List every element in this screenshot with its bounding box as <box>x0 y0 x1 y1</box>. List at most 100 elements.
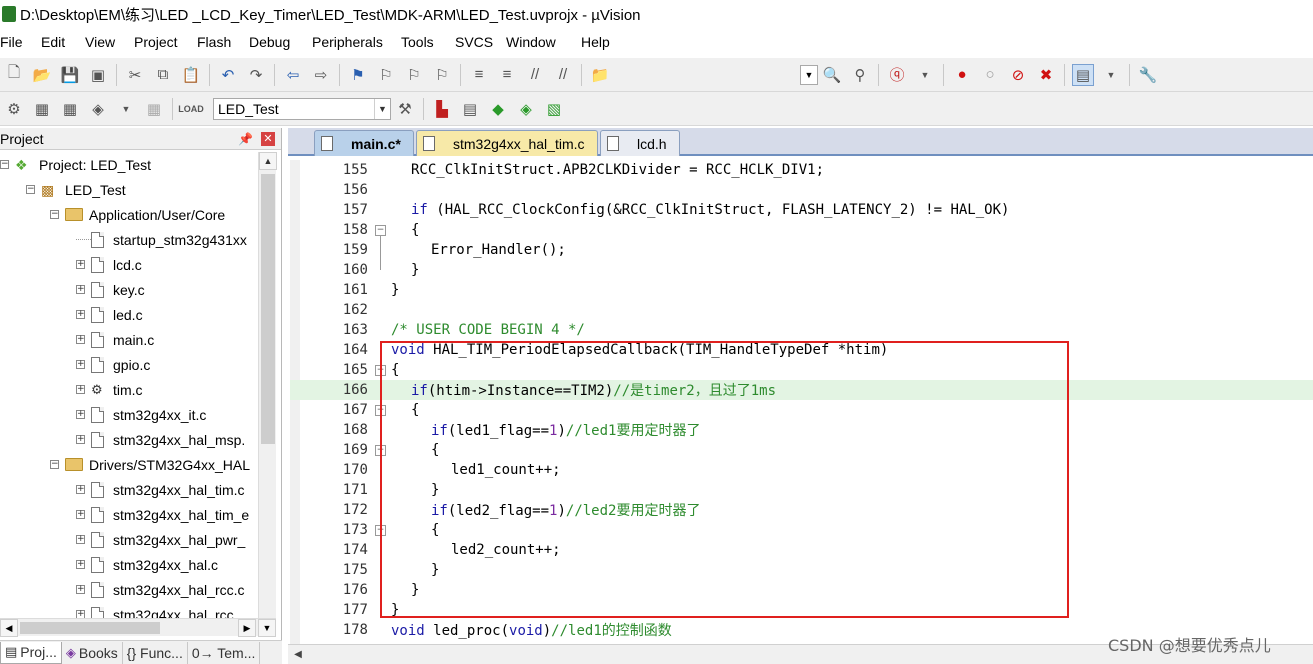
build-icon[interactable]: ▦ <box>31 98 53 120</box>
new-file-icon[interactable]: 🗋 <box>3 64 25 86</box>
menu-flash[interactable]: Flash <box>197 34 240 50</box>
menu-svcs[interactable]: SVCS <box>455 34 502 50</box>
window-layout-icon[interactable]: ▤ <box>1072 63 1094 86</box>
menu-file[interactable]: File <box>0 34 32 50</box>
expand-icon[interactable]: + <box>76 485 85 494</box>
redo-icon[interactable]: ↷ <box>245 64 267 86</box>
menu-window[interactable]: Window <box>506 34 565 50</box>
disable-all-breakpoints-icon[interactable]: ⊘ <box>1007 64 1029 86</box>
target-select[interactable]: LED_Test ▼ <box>213 97 391 120</box>
tree-item[interactable]: − Application/User/Core <box>50 202 225 227</box>
menu-peripherals[interactable]: Peripherals <box>312 34 392 50</box>
menu-view[interactable]: View <box>85 34 124 50</box>
expand-icon[interactable]: + <box>76 285 85 294</box>
tree-vertical-scrollbar[interactable]: ▲ <box>258 152 277 620</box>
expand-icon[interactable]: + <box>76 410 85 419</box>
save-all-icon[interactable]: ▣ <box>87 64 109 86</box>
cut-icon[interactable]: ✂ <box>124 64 146 86</box>
kill-breakpoints-icon[interactable]: ✖ <box>1035 64 1057 86</box>
prev-bookmark-icon[interactable]: ⚐ <box>375 64 397 86</box>
disable-breakpoint-icon[interactable]: ○ <box>979 64 1001 86</box>
expand-icon[interactable]: + <box>76 335 85 344</box>
code-line[interactable]: 155 RCC_ClkInitStruct.APB2CLKDivider = RC… <box>290 160 1313 180</box>
select-packs-icon[interactable]: ◈ <box>515 98 537 120</box>
batch-build-icon[interactable]: ◈ <box>87 98 109 120</box>
expand-icon[interactable]: + <box>76 510 85 519</box>
scroll-left-icon[interactable]: ◀ <box>290 646 306 662</box>
menu-debug[interactable]: Debug <box>249 34 299 50</box>
scroll-down-icon[interactable]: ▼ <box>258 619 276 637</box>
bookmark-icon[interactable]: ⚑ <box>347 64 369 86</box>
paste-icon[interactable]: 📋 <box>180 64 202 86</box>
tree-item[interactable]: + stm32g4xx_hal_pwr_ <box>76 527 245 552</box>
expand-icon[interactable]: + <box>76 310 85 319</box>
code-line[interactable]: 160} <box>290 260 1313 280</box>
expand-icon[interactable]: + <box>76 560 85 569</box>
expand-icon[interactable]: + <box>76 360 85 369</box>
stop-build-icon[interactable]: ▦ <box>143 98 165 120</box>
tree-item[interactable]: startup_stm32g431xx <box>76 227 247 252</box>
tree-item[interactable]: + lcd.c <box>76 252 142 277</box>
collapse-icon[interactable]: − <box>50 460 59 469</box>
tab-lcd-h[interactable]: lcd.h <box>600 130 680 156</box>
breakpoint-icon[interactable]: ● <box>951 64 973 86</box>
tree-item[interactable]: + stm32g4xx_it.c <box>76 402 206 427</box>
download-icon[interactable]: LOAD <box>178 98 204 120</box>
tab-main-c[interactable]: main.c* <box>314 130 414 156</box>
manage-rte-icon[interactable]: ◆ <box>487 98 509 120</box>
batch-dropdown-icon[interactable]: ▼ <box>115 98 137 120</box>
configure-icon[interactable]: 🔧 <box>1137 64 1159 86</box>
menu-tools[interactable]: Tools <box>401 34 443 50</box>
indent-icon[interactable]: ≡ <box>468 64 490 86</box>
nav-back-icon[interactable]: ⇦ <box>282 64 304 86</box>
tree-item[interactable]: + main.c <box>76 327 154 352</box>
tree-item[interactable]: + stm32g4xx_hal_tim.c <box>76 477 245 502</box>
scroll-up-icon[interactable]: ▲ <box>259 152 277 170</box>
tree-item[interactable]: − Drivers/STM32G4xx_HAL <box>50 452 250 477</box>
tab-project[interactable]: ▤ Proj... <box>0 641 62 664</box>
find-icon[interactable]: 🔍 <box>821 64 843 86</box>
tree-item[interactable]: + key.c <box>76 277 145 302</box>
menu-project[interactable]: Project <box>134 34 187 50</box>
collapse-icon[interactable]: − <box>0 160 9 169</box>
uncomment-icon[interactable]: // <box>552 64 574 86</box>
menu-edit[interactable]: Edit <box>41 34 74 50</box>
next-bookmark-icon[interactable]: ⚐ <box>403 64 425 86</box>
tree-item[interactable]: − ❖ Project: LED_Test <box>0 152 151 177</box>
code-line[interactable]: 163 /* USER CODE BEGIN 4 */ <box>290 320 1313 340</box>
code-line[interactable]: 157 if (HAL_RCC_ClockConfig(&RCC_ClkInitS… <box>290 200 1313 220</box>
pin-icon[interactable]: 📌 <box>238 132 253 146</box>
tree-item[interactable]: − ▩ LED_Test <box>26 177 126 202</box>
open-folder-icon[interactable]: 📂 <box>31 64 53 86</box>
comment-icon[interactable]: // <box>524 64 546 86</box>
tab-templates[interactable]: 0→ Tem... <box>188 641 261 664</box>
find-combo-dropdown[interactable]: ▼ <box>800 64 818 85</box>
expand-icon[interactable]: + <box>76 535 85 544</box>
layout-dropdown-icon[interactable]: ▼ <box>1100 64 1122 86</box>
pack-installer-icon[interactable]: ▧ <box>543 98 565 120</box>
copy-icon[interactable]: ⧉ <box>152 64 174 86</box>
scrollbar-thumb[interactable] <box>20 622 160 634</box>
tab-books[interactable]: ◈ Books <box>62 641 123 664</box>
tab-stm32g4xx-hal-tim-c[interactable]: stm32g4xx_hal_tim.c <box>416 130 598 156</box>
scroll-left-icon[interactable]: ◀ <box>0 619 18 637</box>
debug-dropdown-icon[interactable]: ▼ <box>914 64 936 86</box>
tree-item[interactable]: + ⚙ tim.c <box>76 377 143 402</box>
menu-help[interactable]: Help <box>581 34 619 50</box>
expand-icon[interactable]: + <box>76 260 85 269</box>
tree-item[interactable]: + stm32g4xx_hal_tim_e <box>76 502 249 527</box>
unindent-icon[interactable]: ≡ <box>496 64 518 86</box>
debug-session-icon[interactable]: ⓠ <box>886 64 908 86</box>
collapse-icon[interactable]: − <box>26 185 35 194</box>
code-line[interactable]: 159 Error_Handler(); <box>290 240 1313 260</box>
code-line[interactable]: 158− { <box>290 220 1313 240</box>
tree-item[interactable]: + stm32g4xx_hal_msp. <box>76 427 245 452</box>
tree-item[interactable]: + led.c <box>76 302 143 327</box>
expand-icon[interactable]: + <box>76 585 85 594</box>
rebuild-icon[interactable]: ▦ <box>59 98 81 120</box>
expand-icon[interactable]: + <box>76 435 85 444</box>
undo-icon[interactable]: ↶ <box>217 64 239 86</box>
scroll-right-icon[interactable]: ▶ <box>238 619 256 637</box>
tree-horizontal-scrollbar[interactable]: ◀ ▶ ▼ <box>0 618 276 637</box>
tree-item[interactable]: + stm32g4xx_hal_rcc.c <box>76 577 245 602</box>
